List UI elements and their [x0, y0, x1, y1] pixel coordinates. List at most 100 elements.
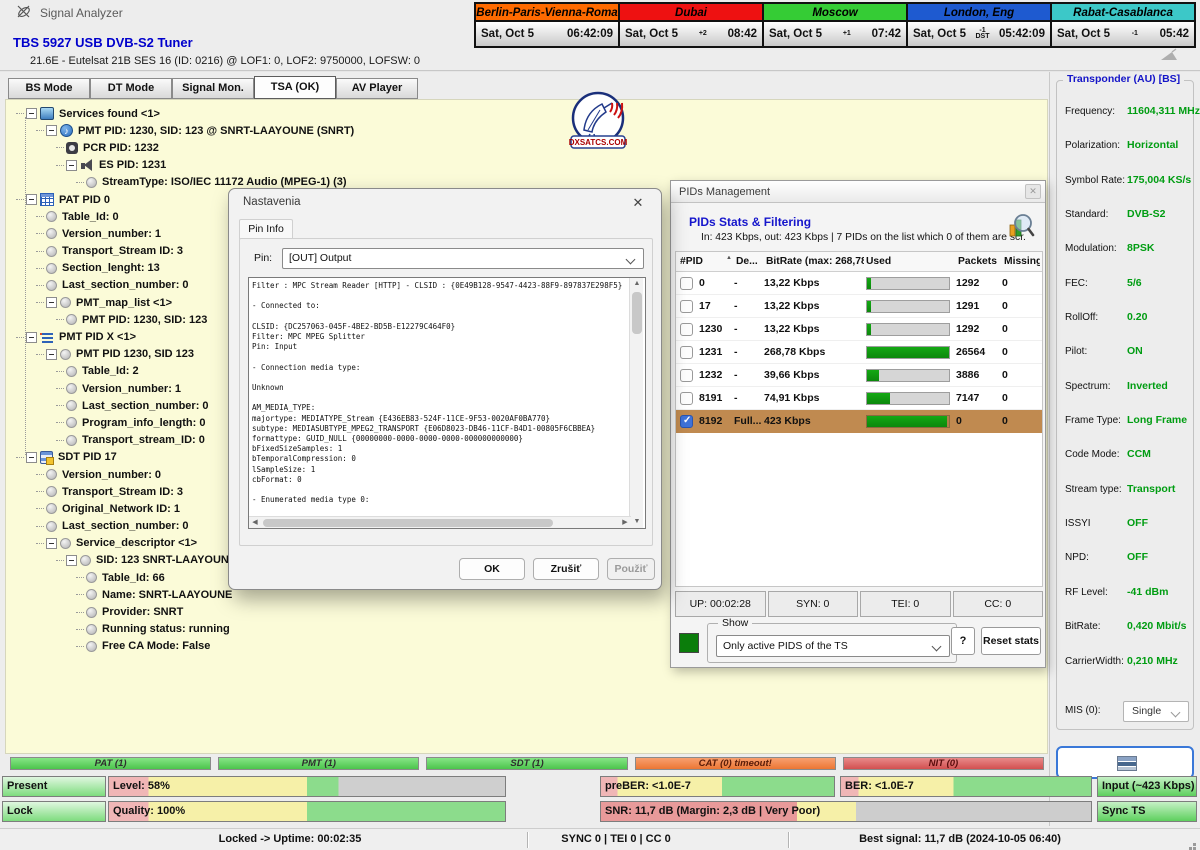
- tab-tsa-ok[interactable]: TSA (OK): [254, 76, 336, 99]
- param-label: Stream type:: [1065, 484, 1122, 495]
- tree-item[interactable]: ES PID: 1231: [10, 157, 354, 174]
- column-header-packets[interactable]: Packets: [956, 256, 1002, 267]
- pin-select[interactable]: [OUT] Output: [282, 248, 644, 269]
- column-header-used[interactable]: Used: [864, 256, 956, 267]
- tree-expander[interactable]: [66, 160, 77, 171]
- tree-item[interactable]: ♪PMT PID: 1230, SID: 123 @ SNRT-LAAYOUNE…: [10, 122, 354, 139]
- pin-details-text[interactable]: Filter : MPC Stream Reader [HTTP] - CLSI…: [248, 277, 646, 529]
- param-label: RollOff:: [1065, 312, 1098, 323]
- pid-row[interactable]: 0-13,22 Kbps12920: [676, 272, 1042, 295]
- pid-checkbox[interactable]: [680, 323, 693, 336]
- pid-checkbox[interactable]: [680, 346, 693, 359]
- stream-list-button[interactable]: [1056, 746, 1194, 779]
- clock-hour: 08:42: [728, 28, 757, 40]
- tree-expander[interactable]: [46, 125, 57, 136]
- tab-av-player[interactable]: AV Player: [336, 78, 418, 99]
- tree-expander[interactable]: [26, 452, 37, 463]
- tree-connector: [36, 543, 44, 544]
- scrollbar-thumb[interactable]: [632, 292, 642, 334]
- pid-used-bar: [864, 392, 956, 405]
- pid-row[interactable]: 8192Full...423 Kbps00: [676, 410, 1042, 433]
- indicator-pat-1: PAT (1): [10, 757, 211, 770]
- transponder-row: Polarization:Horizontal: [1065, 137, 1191, 171]
- tree-expander[interactable]: [26, 194, 37, 205]
- dot-icon: [60, 349, 71, 360]
- dot-icon: [46, 263, 57, 274]
- scroll-up-icon[interactable]: ▲: [630, 278, 644, 290]
- ok-button[interactable]: OK: [459, 558, 525, 580]
- scroll-right-icon[interactable]: ▶: [619, 517, 631, 529]
- pid-checkbox[interactable]: [680, 392, 693, 405]
- column-header-pid[interactable]: #PID▲: [676, 256, 734, 267]
- cancel-button[interactable]: Zrušiť: [533, 558, 599, 580]
- tree-connector: [36, 491, 44, 492]
- tree-expander[interactable]: [26, 332, 37, 343]
- dot-icon: [66, 417, 77, 428]
- scrollbar-thumb[interactable]: [263, 519, 553, 527]
- tree-connector: [56, 388, 64, 389]
- clock-panel: Berlin-Paris-Vienna-RomaSat, Oct 506:42:…: [474, 2, 1196, 48]
- pid-row[interactable]: 17-13,22 Kbps12910: [676, 295, 1042, 318]
- column-header-missing[interactable]: Missing: [1002, 256, 1040, 267]
- param-label: Polarization:: [1065, 140, 1120, 151]
- resize-grip[interactable]: [1193, 843, 1196, 846]
- tree-item[interactable]: Provider: SNRT: [10, 603, 354, 620]
- help-button[interactable]: ?: [951, 627, 975, 655]
- close-icon[interactable]: ✕: [629, 194, 647, 212]
- tree-connector: [56, 422, 64, 423]
- clock-utc-offset: +2: [699, 31, 707, 37]
- param-label: Code Mode:: [1065, 449, 1119, 460]
- column-header-bitrate[interactable]: BitRate (max: 268,78 Kb...: [764, 256, 864, 267]
- show-filter-select[interactable]: Only active PIDS of the TS: [716, 635, 950, 657]
- pid-row[interactable]: 1230-13,22 Kbps12920: [676, 318, 1042, 341]
- param-label: ISSYI: [1065, 518, 1091, 529]
- pid-desc: Full...: [734, 415, 764, 427]
- param-value: CCM: [1127, 448, 1151, 460]
- tree-item[interactable]: PCR PID: 1232: [10, 139, 354, 156]
- mis-select[interactable]: Single: [1123, 701, 1189, 722]
- reset-stats-button[interactable]: Reset stats: [981, 627, 1041, 655]
- pid-missing: 0: [1002, 323, 1040, 335]
- tree-expander[interactable]: [46, 349, 57, 360]
- pid-packets: 26564: [956, 346, 1002, 358]
- pid-value: 0: [699, 277, 734, 289]
- tree-item[interactable]: Running status: running: [10, 621, 354, 638]
- transponder-row: BitRate:0,420 Mbit/s: [1065, 618, 1191, 652]
- magnifier-icon[interactable]: [1007, 211, 1035, 239]
- pid-checkbox[interactable]: [680, 300, 693, 313]
- pid-checkbox[interactable]: [680, 415, 693, 428]
- pid-checkbox[interactable]: [680, 369, 693, 382]
- tab-dt-mode[interactable]: DT Mode: [90, 78, 172, 99]
- dot-icon: [86, 641, 97, 652]
- pid-row[interactable]: 8191-74,91 Kbps71470: [676, 387, 1042, 410]
- pid-row[interactable]: 1232-39,66 Kbps38860: [676, 364, 1042, 387]
- pid-desc: -: [734, 392, 764, 404]
- scroll-left-icon[interactable]: ◀: [249, 517, 261, 529]
- tree-connector: [56, 147, 64, 148]
- pid-checkbox[interactable]: [680, 277, 693, 290]
- pid-row[interactable]: 1231-268,78 Kbps265640: [676, 341, 1042, 364]
- tree-expander[interactable]: [66, 555, 77, 566]
- vertical-scrollbar[interactable]: ▲ ▼: [629, 278, 643, 528]
- scroll-down-icon[interactable]: ▼: [630, 516, 644, 528]
- apply-button[interactable]: Použiť: [607, 558, 655, 580]
- clock-datetime: Sat, Oct 5-105:42: [1052, 22, 1194, 46]
- tab-bs-mode[interactable]: BS Mode: [8, 78, 90, 99]
- db-icon: [40, 451, 53, 464]
- param-label: Spectrum:: [1065, 381, 1111, 392]
- tab-signal-mon[interactable]: Signal Mon.: [172, 78, 254, 99]
- panel-close-icon[interactable]: ✕: [1025, 184, 1041, 199]
- tree-expander[interactable]: [46, 538, 57, 549]
- pids-panel-caption[interactable]: PIDs Management: [671, 181, 1045, 203]
- tree-item-label: StreamType: ISO/IEC 11172 Audio (MPEG-1)…: [102, 176, 347, 188]
- app-icon: [16, 4, 32, 20]
- tab-pin-info[interactable]: Pin Info: [239, 219, 293, 239]
- tree-item[interactable]: Free CA Mode: False: [10, 638, 354, 655]
- column-header-de[interactable]: De...: [734, 256, 764, 267]
- clock-datetime: Sat, Oct 5+107:42: [764, 22, 906, 46]
- tree-expander[interactable]: [46, 297, 57, 308]
- used-fill: [867, 416, 947, 427]
- tree-item[interactable]: Services found <1>: [10, 105, 354, 122]
- tree-expander[interactable]: [26, 108, 37, 119]
- horizontal-scrollbar[interactable]: ◀ ▶: [249, 516, 631, 528]
